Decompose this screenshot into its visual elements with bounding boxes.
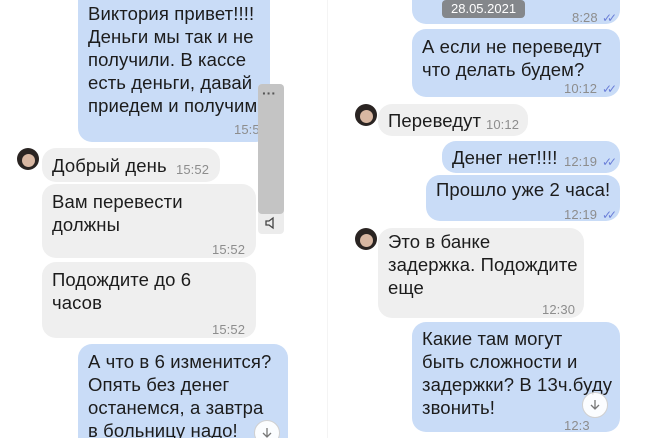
voice-message-player[interactable]: ··· xyxy=(258,84,284,234)
avatar[interactable] xyxy=(355,228,377,250)
message-in[interactable]: Это в банке задержка. Подождите еще 12:3… xyxy=(378,228,584,318)
more-dots-icon[interactable]: ··· xyxy=(262,86,276,100)
message-in[interactable]: Переведут 10:12 xyxy=(378,104,528,136)
speaker-icon[interactable] xyxy=(264,216,278,230)
message-text: Это в банке задержка. Подождите еще xyxy=(388,231,578,298)
message-time: 10:12 xyxy=(486,117,520,132)
message-time: 12:19 xyxy=(564,207,598,222)
chat-panel-left: Виктория привет!!!! Деньги мы так и не п… xyxy=(0,0,328,438)
scroll-down-icon xyxy=(262,428,272,438)
message-in[interactable]: Подождите до 6 часов 15:52 xyxy=(42,262,256,338)
date-chip: 28.05.2021 xyxy=(442,0,526,18)
scrollbar-handle[interactable]: ··· xyxy=(258,84,284,214)
message-time: 15:52 xyxy=(212,242,246,257)
avatar[interactable] xyxy=(17,148,39,170)
message-time: 10:12 xyxy=(564,81,598,96)
avatar[interactable] xyxy=(355,104,377,126)
double-check-icon: ✓✓ xyxy=(602,82,617,96)
message-time: 12:19 xyxy=(564,154,598,169)
double-check-icon: ✓✓ xyxy=(602,11,617,25)
message-out[interactable]: Прошло уже 2 часа! 12:19 ✓✓ xyxy=(426,175,620,222)
message-out[interactable]: А если не переведут что делать будем? 10… xyxy=(412,29,620,97)
message-text: Денег нет!!!! xyxy=(452,147,558,168)
message-text: Подождите до 6 часов xyxy=(52,269,192,313)
message-text: А если не переведут что делать будем? xyxy=(422,36,602,80)
message-time: 8:28 xyxy=(572,10,598,25)
double-check-icon: ✓✓ xyxy=(602,208,617,222)
chat-panel-right: 8:28 ✓✓ 28.05.2021 А если не переведут ч… xyxy=(328,0,656,438)
double-check-icon: ✓✓ xyxy=(602,155,617,169)
message-in[interactable]: Вам перевести должны 15:52 xyxy=(42,184,256,258)
message-time: 15:52 xyxy=(176,162,210,177)
message-out[interactable]: Денег нет!!!! 12:19 ✓✓ xyxy=(442,141,620,173)
message-text: Виктория привет!!!! Деньги мы так и не п… xyxy=(88,3,258,116)
message-text: Вам перевести должны xyxy=(52,191,183,235)
message-text: Переведут xyxy=(388,110,482,131)
message-out[interactable]: Виктория привет!!!! Деньги мы так и не п… xyxy=(78,0,270,142)
message-time: 15:5 xyxy=(234,122,260,137)
scroll-down-button[interactable] xyxy=(582,392,608,418)
message-text: А что в 6 изменится? Опять без денег ост… xyxy=(88,351,272,438)
message-time: 12:30 xyxy=(542,302,576,317)
scroll-down-icon xyxy=(590,400,600,410)
message-text: Прошло уже 2 часа! xyxy=(436,179,611,200)
message-time: 12:3 xyxy=(564,418,590,433)
message-text: Добрый день xyxy=(52,155,167,176)
message-time: 15:52 xyxy=(212,322,246,337)
message-in[interactable]: Добрый день 15:52 xyxy=(42,148,220,182)
